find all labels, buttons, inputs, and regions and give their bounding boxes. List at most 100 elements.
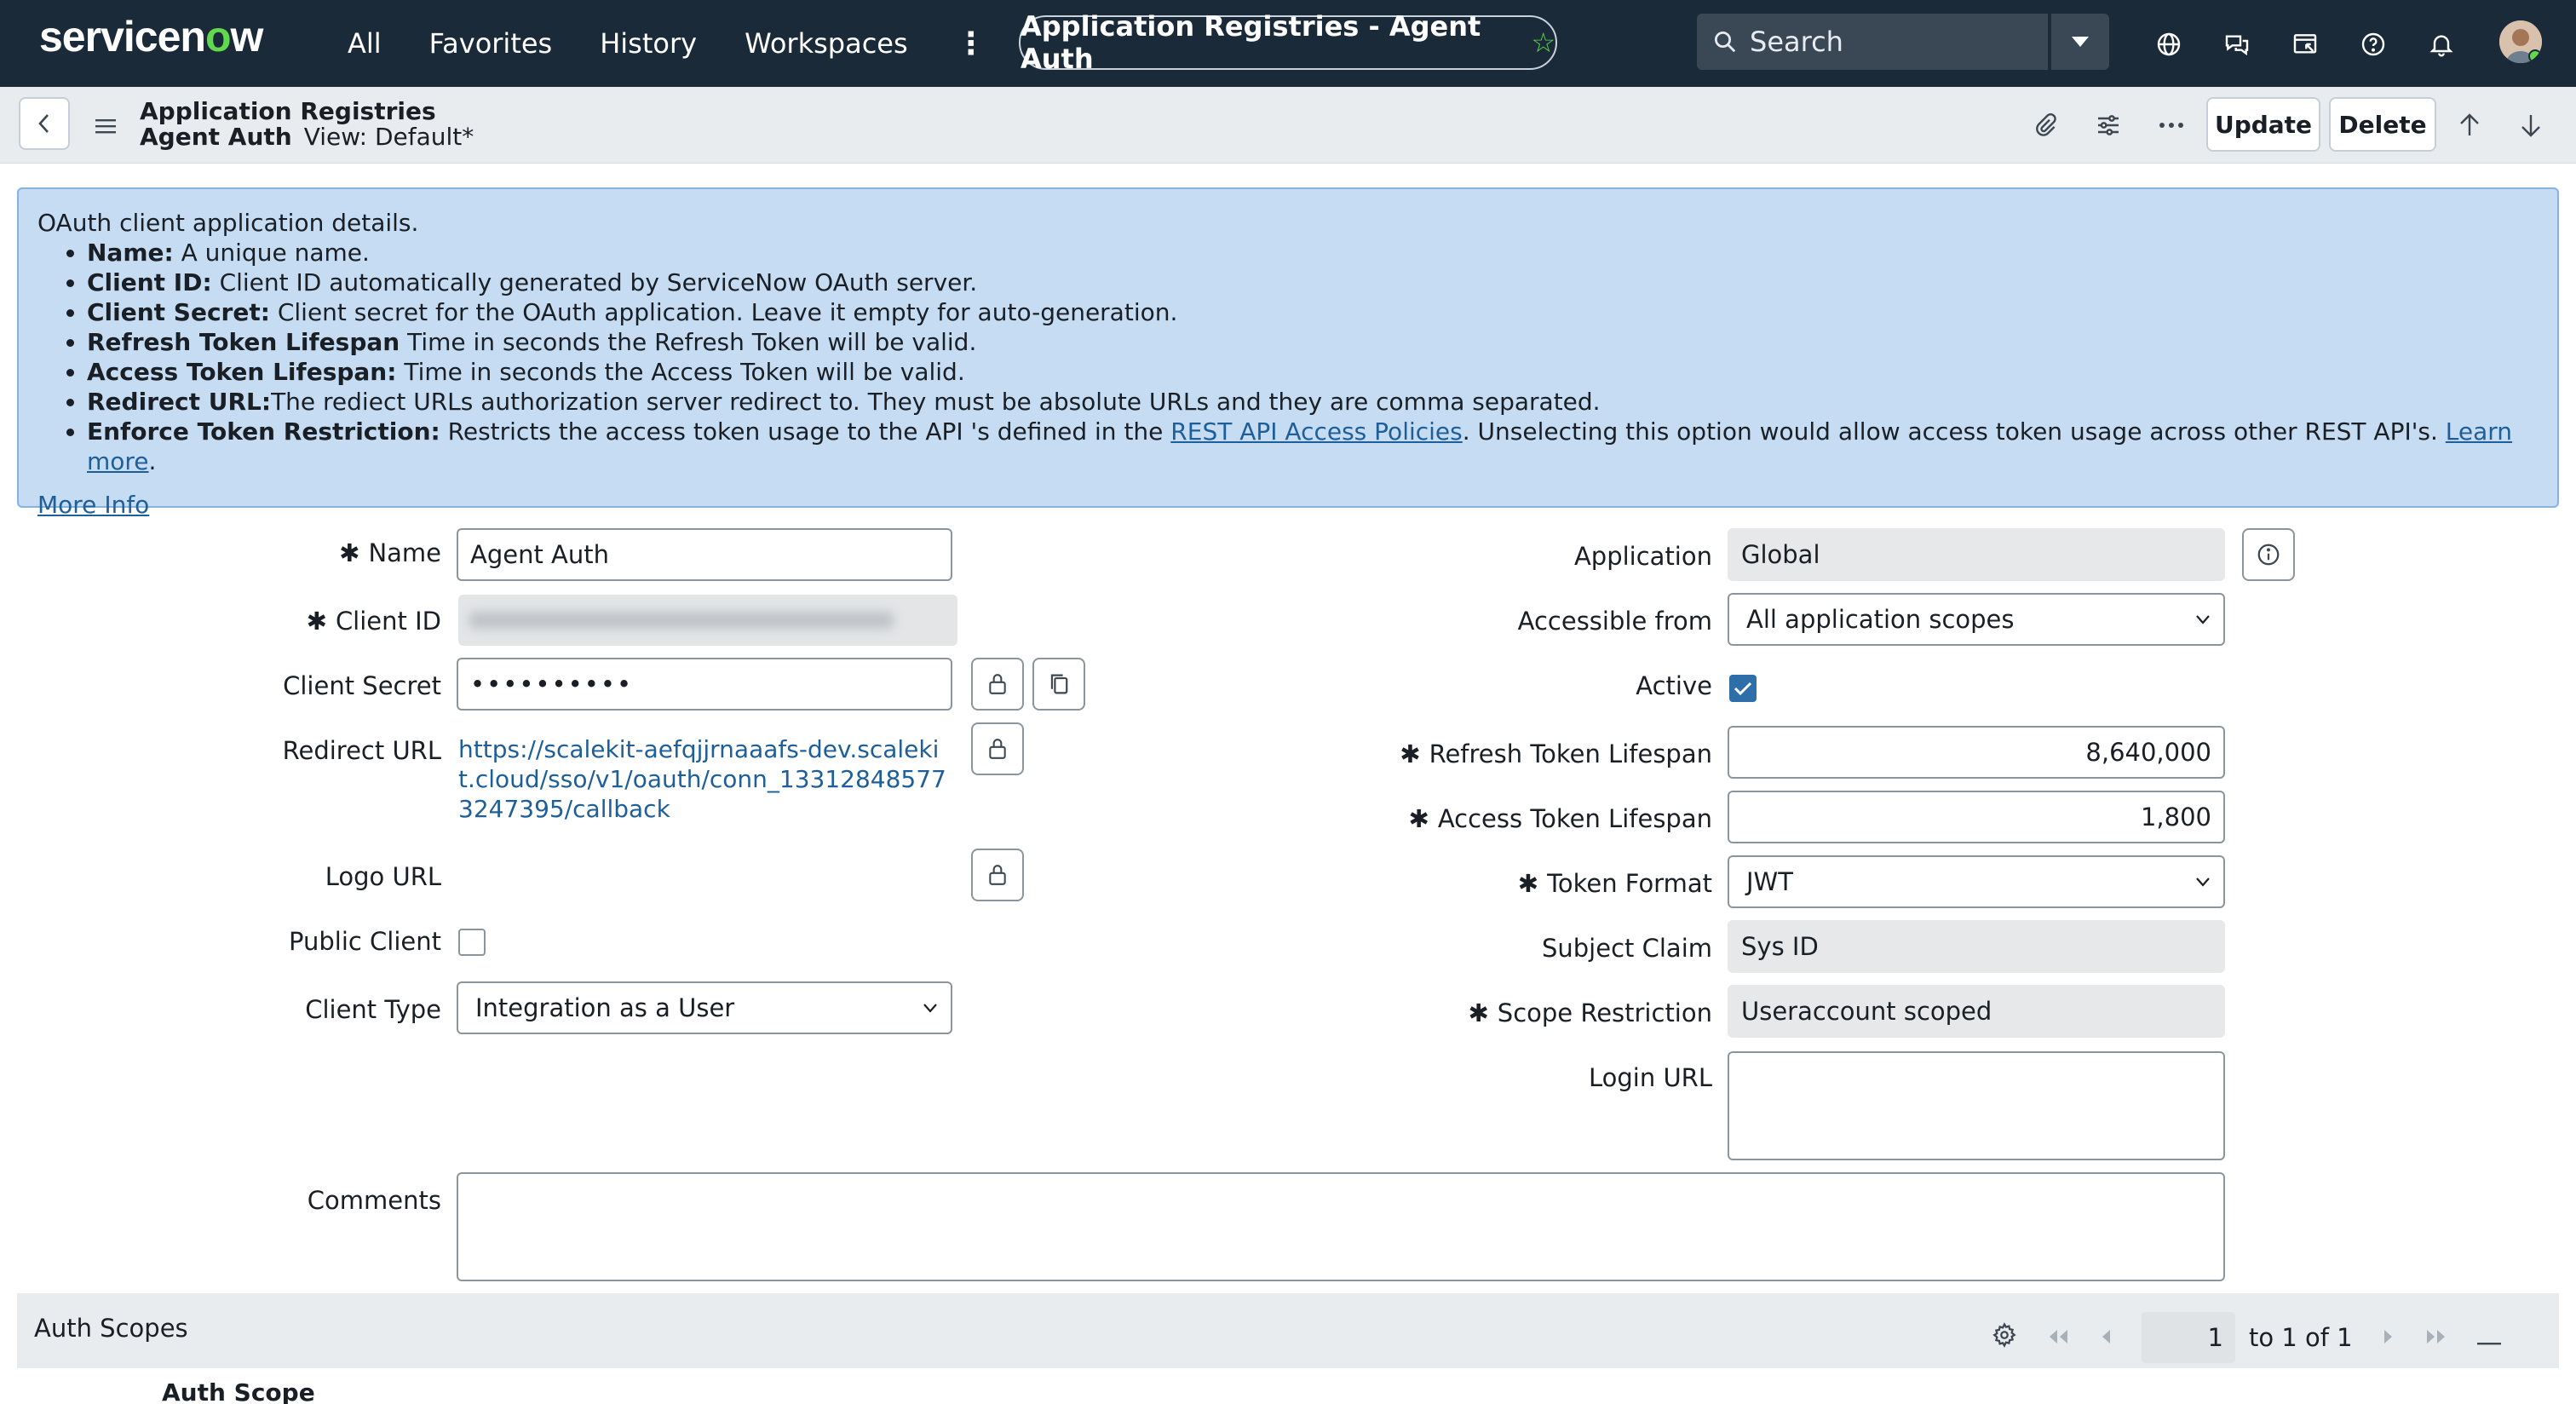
delete-button[interactable]: Delete (2329, 97, 2436, 152)
subject-claim-label: Subject Claim (1541, 934, 1712, 963)
servicenow-logo[interactable]: servicenow (39, 12, 263, 61)
required-icon: ✱ (1400, 739, 1421, 768)
lock-icon (989, 674, 1006, 694)
breadcrumb-record: Agent Auth View: Default* (140, 123, 474, 151)
update-button[interactable]: Update (2206, 97, 2320, 152)
client-id-field-redacted[interactable] (458, 595, 957, 646)
nav-history[interactable]: History (600, 27, 697, 60)
globe-icon[interactable] (2147, 22, 2191, 66)
page-number-input[interactable]: 1 (2142, 1312, 2235, 1363)
logo-url-lock-button[interactable] (971, 849, 1024, 901)
form-header: Application Registries Agent Auth View: D… (0, 87, 2576, 164)
application-label: Application (1573, 542, 1712, 571)
scope-restriction-label: ✱ Scope Restriction (1468, 998, 1712, 1027)
public-client-label: Public Client (289, 927, 441, 956)
client-type-label: Client Type (305, 995, 441, 1024)
pagination-range: to 1 of 1 (2249, 1323, 2353, 1352)
nav-all[interactable]: All (348, 27, 382, 60)
redirect-url-label: Redirect URL (282, 736, 441, 765)
scope-restriction-field: Useraccount scoped (1728, 985, 2225, 1038)
more-options-icon[interactable] (2152, 106, 2191, 145)
client-id-label: ✱ Client ID (306, 607, 441, 636)
page-title-pill[interactable]: Application Registries - Agent Auth ☆ (1019, 10, 1557, 75)
more-info-link[interactable]: More Info (37, 490, 2539, 520)
online-status-icon (2528, 49, 2542, 63)
name-input[interactable]: Agent Auth (457, 528, 952, 581)
personalize-sliders-icon[interactable] (2089, 106, 2128, 145)
client-type-select[interactable]: Integration as a User (457, 981, 952, 1034)
search-icon (1715, 32, 1736, 53)
previous-page-icon[interactable] (2099, 1323, 2113, 1352)
copy-secret-button[interactable] (1032, 658, 1085, 711)
redirect-url-link[interactable]: https://scalekit-aefqjjrnaaafs-dev.scale… (458, 734, 952, 824)
chevron-left-icon (38, 114, 49, 133)
subject-claim-field: Sys ID (1728, 920, 2225, 973)
help-icon[interactable] (2351, 22, 2395, 66)
login-url-label: Login URL (1589, 1063, 1712, 1092)
nav-workspaces[interactable]: Workspaces (745, 27, 908, 60)
top-navigation: servicenow All Favorites History Workspa… (0, 0, 2576, 87)
token-format-label: ✱ Token Format (1517, 869, 1712, 898)
search-scope-dropdown[interactable] (2051, 14, 2109, 70)
chevron-down-icon (2196, 878, 2210, 887)
active-checkbox[interactable] (1729, 675, 1757, 702)
first-page-icon[interactable] (2046, 1323, 2070, 1352)
chat-icon[interactable] (2215, 22, 2259, 66)
paperclip-icon[interactable] (2026, 106, 2065, 145)
banner-item: Name: A unique name. (87, 238, 2539, 268)
lock-icon (989, 739, 1006, 759)
banner-item: Redirect URL:The rediect URLs authorizat… (87, 387, 2539, 417)
banner-item: Client Secret: Client secret for the OAu… (87, 297, 2539, 327)
access-token-lifespan-input[interactable]: 1,800 (1728, 791, 2225, 843)
accessible-from-select[interactable]: All application scopes (1728, 593, 2225, 646)
workspace-icon[interactable] (2283, 22, 2327, 66)
application-field: Global (1728, 528, 2225, 581)
banner-item: Refresh Token Lifespan Time in seconds t… (87, 327, 2539, 357)
next-record-arrow-down-icon[interactable] (2511, 106, 2550, 145)
collapse-list-icon[interactable] (2476, 1323, 2501, 1352)
comments-textarea[interactable] (457, 1172, 2225, 1281)
chevron-down-icon (2196, 615, 2210, 624)
logo-url-label: Logo URL (325, 862, 441, 891)
breadcrumb-table-name: Application Registries (140, 97, 436, 125)
public-client-checkbox[interactable] (458, 929, 486, 956)
nav-favorites[interactable]: Favorites (429, 27, 553, 60)
name-label: ✱ Name (339, 538, 441, 567)
required-icon: ✱ (1408, 804, 1429, 833)
lock-icon (989, 865, 1006, 885)
form-context-menu-icon[interactable] (95, 112, 116, 141)
refresh-token-lifespan-label: ✱ Refresh Token Lifespan (1400, 739, 1712, 768)
application-info-button[interactable] (2242, 528, 2295, 581)
more-menu-icon[interactable]: ⋮ (956, 26, 986, 61)
back-button[interactable] (19, 97, 70, 150)
login-url-textarea[interactable] (1728, 1051, 2225, 1160)
previous-record-arrow-up-icon[interactable] (2450, 106, 2489, 145)
user-avatar[interactable] (2499, 20, 2542, 63)
page-title: Application Registries - Agent Auth (1021, 10, 1481, 75)
banner-item: Access Token Lifespan: Time in seconds t… (87, 357, 2539, 387)
rest-api-access-policies-link[interactable]: REST API Access Policies (1170, 417, 1462, 446)
token-format-select[interactable]: JWT (1728, 855, 2225, 908)
accessible-from-label: Accessible from (1517, 607, 1712, 636)
required-icon: ✱ (306, 607, 327, 636)
access-token-lifespan-label: ✱ Access Token Lifespan (1408, 804, 1712, 833)
refresh-token-lifespan-input[interactable]: 8,640,000 (1728, 726, 2225, 779)
required-icon: ✱ (339, 538, 360, 567)
last-page-icon[interactable] (2424, 1323, 2448, 1352)
column-header-auth-scope[interactable]: Auth Scope (162, 1378, 315, 1404)
client-secret-lock-button[interactable] (971, 658, 1024, 711)
banner-intro: OAuth client application details. (37, 209, 419, 237)
favorite-star-icon[interactable]: ☆ (1531, 26, 1555, 59)
redirect-url-lock-button[interactable] (971, 722, 1024, 775)
notifications-bell-icon[interactable] (2419, 22, 2464, 66)
next-page-icon[interactable] (2382, 1323, 2395, 1352)
list-settings-gear-icon[interactable] (1992, 1321, 2017, 1354)
global-search-input[interactable]: Search (1697, 14, 2048, 70)
client-secret-input[interactable]: •••••••••• (457, 658, 952, 711)
view-indicator[interactable]: View: Default* (304, 123, 474, 151)
checkmark-icon (1734, 682, 1752, 696)
related-list-title[interactable]: Auth Scopes (34, 1314, 188, 1343)
copy-icon (1050, 674, 1068, 694)
info-icon (2257, 544, 2280, 566)
form-annotation-banner: OAuth client application details. Name: … (17, 187, 2559, 519)
